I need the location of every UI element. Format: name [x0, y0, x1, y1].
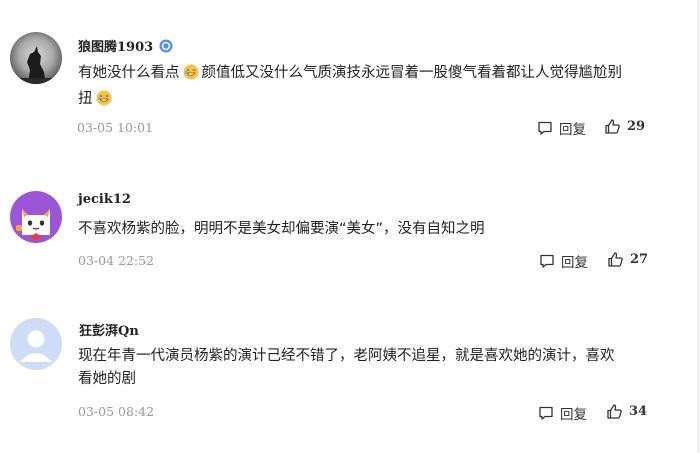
username-label[interactable]: 狂彭湃Qn [79, 324, 139, 339]
comment-text-part: 看她的剧 [78, 371, 136, 387]
comment-text: 现在年青一代演员杨紫的演计己经不错了，老阿姨不追星，就是喜欢她的演计，喜欢 看她… [78, 345, 648, 391]
avatar[interactable] [10, 318, 62, 370]
comment-item: 狂彭湃Qn 现在年青一代演员杨紫的演计己经不错了，老阿姨不追星，就是喜欢她的演计… [0, 0, 700, 453]
comment-icon [539, 406, 553, 420]
like-count: 34 [629, 404, 648, 419]
timestamp: 03-05 08:42 [78, 404, 155, 419]
default-avatar-icon [10, 318, 62, 370]
comment-text-part: 现在年青一代演员杨紫的演计己经不错了，老阿姨不追星，就是喜欢她的演计，喜欢 [78, 348, 615, 364]
reply-label[interactable]: 回复 [560, 403, 587, 423]
thumbs-up-icon [607, 404, 622, 419]
reply-button[interactable]: 回复 [538, 403, 587, 423]
like-button[interactable]: 34 [606, 403, 647, 420]
username[interactable]: 狂彭湃Qn [79, 320, 139, 339]
